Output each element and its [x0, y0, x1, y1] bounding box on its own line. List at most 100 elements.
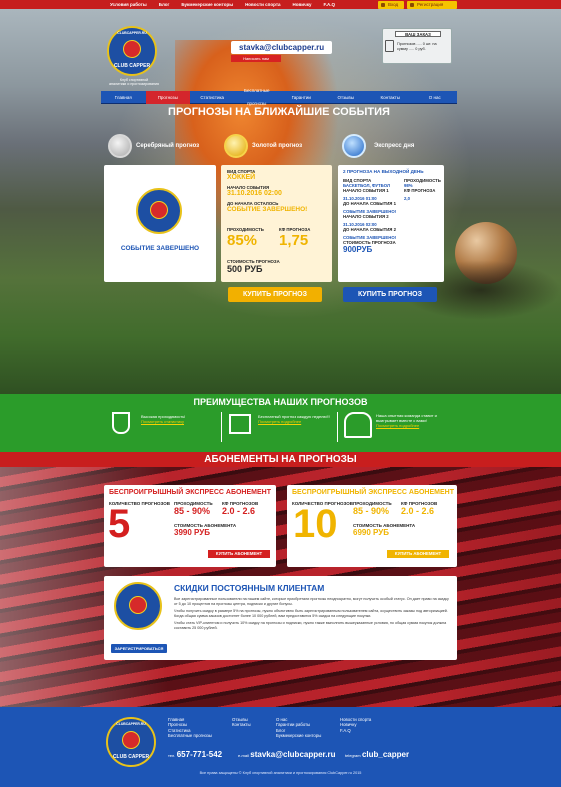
register-button[interactable]: Регистрация	[407, 1, 457, 9]
footer-link-contacts[interactable]: Контакты	[232, 722, 251, 727]
footer-email-value[interactable]: stavka@clubcapper.ru	[250, 750, 335, 759]
nav-item-guarantees[interactable]: Гарантии	[279, 91, 324, 104]
order-widget[interactable]: ВАШ ЗАКАЗ Прогнозов ..... 0 шт. на сумму…	[382, 28, 452, 64]
express-medal-icon	[342, 134, 366, 158]
footer-link-bookmakers[interactable]: Букмекерские конторы	[276, 733, 321, 738]
footer-link-faq[interactable]: F.A.Q	[340, 728, 371, 733]
footer-telegram-value[interactable]: club_capper	[362, 750, 409, 759]
topnav-item-faq[interactable]: F.A.Q	[323, 1, 335, 8]
discounts-logo	[114, 582, 162, 630]
gold-pass: 85%	[227, 232, 258, 249]
footer-phone-label: тел.	[168, 753, 176, 758]
footer-phone-value[interactable]: 657-771-542	[177, 750, 222, 759]
footer-col-2: Отзывы Контакты	[232, 717, 251, 728]
discounts-text: Все зарегистрированные пользователи на н…	[174, 597, 452, 631]
subscription-card-10: БЕСПРОИГРЫШНЫЙ ЭКСПРЕСС АБОНЕМЕНТ 10 КОЛ…	[287, 485, 457, 567]
topnav-item-news[interactable]: Новости спорта	[245, 1, 280, 8]
advantage-3-link[interactable]: Посмотреть подробнее	[376, 423, 458, 428]
buy-express-button[interactable]: КУПИТЬ ПРОГНОЗ	[343, 287, 437, 302]
gold-coef: 1,75	[279, 232, 309, 249]
nav-item-forecasts[interactable]: Прогнозы	[145, 90, 190, 104]
site-logo[interactable]: CLUBCAPPER.RU CLUB CAPPER	[107, 26, 157, 76]
sub10-pass: 85 - 90%	[353, 506, 390, 516]
silver-label: Серебряный прогноз	[136, 143, 200, 149]
sub10-count-label: КОЛИЧЕСТВО ПРОГНОЗОВ	[292, 501, 353, 506]
nav-item-stats[interactable]: Статистика	[190, 91, 235, 104]
sub5-price: 3990 РУБ	[174, 528, 210, 537]
express-title: 2 ПРОГНОЗА НА ВЫХОДНОЙ ДЕНЬ	[343, 169, 424, 174]
sub10-coef: 2.0 - 2.6	[401, 506, 435, 516]
footer-logo[interactable]: CLUBCAPPER.RU CLUB CAPPER	[106, 717, 156, 767]
advantage-3-text: Наша опытная команда ставит и выигрывает…	[376, 413, 437, 423]
sub5-count: 5	[108, 502, 131, 546]
express-left1-label: ДО НАЧАЛА СОБЫТИЯ 1	[343, 201, 396, 206]
advantage-1-link[interactable]: Посмотреть статистику	[141, 419, 216, 424]
write-us-button[interactable]: Написать нам	[231, 55, 281, 62]
nav-item-contacts[interactable]: Контакты	[368, 91, 413, 104]
advantages-title: ПРЕИМУЩЕСТВА НАШИХ ПРОГНОЗОВ	[193, 397, 368, 407]
discounts-card: ЗАРЕГИСТРИРОВАТЬСЯ СКИДКИ ПОСТОЯННЫМ КЛИ…	[104, 576, 457, 660]
buy-gold-button[interactable]: КУПИТЬ ПРОГНОЗ	[228, 287, 322, 302]
footer-col-3: О нас Гарантии работы Блог Букмекерские …	[276, 717, 321, 738]
express-label: Экспресс дня	[374, 143, 415, 149]
discounts-emblem	[129, 596, 147, 614]
login-button[interactable]: Вход	[378, 1, 404, 9]
express-coef: 2,0	[404, 196, 410, 201]
topnav-item-newbie[interactable]: Новичку	[293, 1, 312, 8]
gold-price: 500 РУБ	[227, 264, 263, 274]
nav-item-about[interactable]: О нас	[413, 91, 458, 104]
silver-medal-icon	[108, 134, 132, 158]
logo-emblem	[123, 40, 141, 58]
subscriptions-title: АБОНЕМЕНТЫ НА ПРОГНОЗЫ	[0, 452, 561, 467]
footer-telegram-label: telegram	[345, 753, 361, 758]
top-nav: Условия работы Блог Букмекерские конторы…	[110, 1, 335, 8]
silver-card-logo	[136, 188, 182, 234]
advantage-3: Наша опытная команда ставит и выигрывает…	[376, 413, 458, 428]
footer-phone: тел. 657-771-542	[168, 750, 222, 759]
express-left2-label: ДО НАЧАЛА СОБЫТИЯ 2	[343, 227, 396, 232]
footer-col-4: Новости спорта Новичку F.A.Q	[340, 717, 371, 733]
register-button-discounts[interactable]: ЗАРЕГИСТРИРОВАТЬСЯ	[111, 644, 167, 653]
login-label: Вход	[388, 2, 399, 7]
register-label: Регистрация	[417, 2, 444, 7]
topnav-item-terms[interactable]: Условия работы	[110, 1, 147, 8]
footer-logo-name: CLUB CAPPER	[112, 754, 150, 760]
order-summary: Прогнозов ..... 0 шт. на сумму ..... 0 р…	[397, 42, 437, 52]
header-email[interactable]: stavka@clubcapper.ru	[231, 41, 333, 54]
silver-card-emblem	[150, 201, 168, 219]
footer-copyright: Все права защищены © Клуб спортивной ана…	[199, 771, 362, 775]
topnav-item-blog[interactable]: Блог	[159, 1, 170, 8]
express-coef-label: КФ ПРОГНОЗА	[404, 188, 436, 193]
sub5-pass: 85 - 90%	[174, 506, 211, 516]
express-start1-label: НАЧАЛО СОБЫТИЯ 1	[343, 188, 389, 193]
advantage-divider-2	[337, 412, 338, 442]
sub5-buy-button[interactable]: КУПИТЬ АБОНЕМЕНТ	[208, 550, 270, 558]
gold-sport: ХОККЕЙ	[227, 174, 256, 181]
trophy-icon	[112, 412, 130, 434]
silver-event-done: СОБЫТИЕ ЗАВЕРШЕНО	[120, 245, 200, 252]
site-tagline: Клуб спортивной аналитики и прогнозирова…	[103, 78, 165, 87]
footer-link-free[interactable]: Бесплатные прогнозы	[168, 733, 212, 738]
gold-label: Золотой прогноз	[252, 143, 303, 149]
advantage-1: Высокая проходимость! Посмотреть статист…	[141, 414, 216, 424]
discounts-paragraph-3: Чтобы стать VIP-клиентом и получить 10% …	[174, 621, 447, 630]
nav-item-reviews[interactable]: Отзывы	[324, 91, 369, 104]
express-start2-label: НАЧАЛО СОБЫТИЯ 2	[343, 214, 389, 219]
cart-icon	[385, 40, 394, 52]
discounts-paragraph-2: Чтобы получить скидку в размере 5% на пр…	[174, 609, 448, 618]
advantage-divider-1	[221, 412, 222, 442]
footer-email: e-mail stavka@clubcapper.ru	[238, 750, 335, 759]
discounts-title: СКИДКИ ПОСТОЯННЫМ КЛИЕНТАМ	[174, 583, 325, 593]
tagline-line-2: аналитики и прогнозирования	[109, 82, 159, 87]
footer-logo-emblem	[122, 731, 140, 749]
express-card: 2 ПРОГНОЗА НА ВЫХОДНОЙ ДЕНЬ ВИД СПОРТА Б…	[338, 165, 444, 282]
nav-item-home[interactable]: Главная	[101, 91, 146, 104]
logo-name: CLUB CAPPER	[113, 63, 151, 69]
sub10-count: 10	[293, 502, 338, 546]
topnav-item-bookmakers[interactable]: Букмекерские конторы	[181, 1, 233, 8]
footer-email-label: e-mail	[238, 753, 249, 758]
advantage-2-link[interactable]: Посмотреть подробнее	[258, 419, 338, 424]
gold-card: ВИД СПОРТА ХОККЕЙ НАЧАЛО СОБЫТИЯ 31.10.2…	[221, 165, 332, 282]
sub10-buy-button[interactable]: КУПИТЬ АБОНЕМЕНТ	[387, 550, 449, 558]
team-icon	[344, 412, 372, 438]
